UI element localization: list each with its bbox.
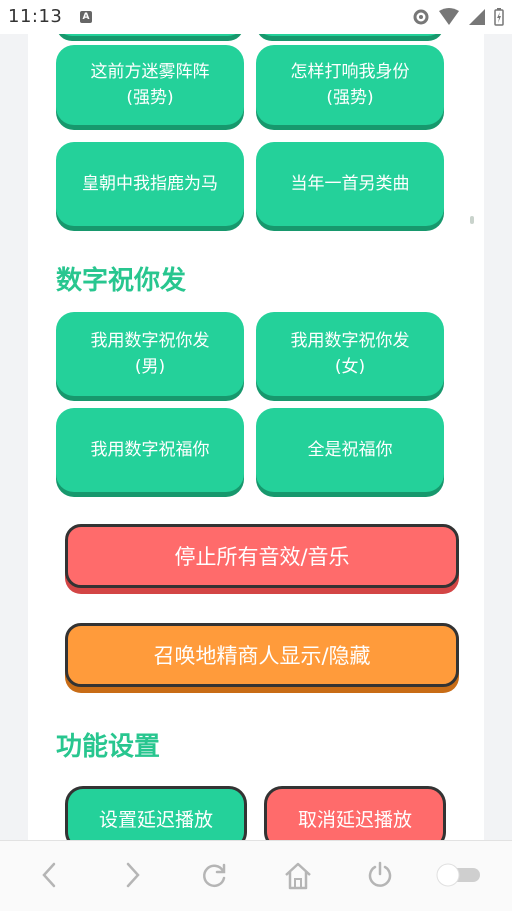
- button-label: 皇朝中我指鹿为马: [82, 174, 218, 194]
- cancel-delay-button[interactable]: 取消延迟播放: [264, 786, 446, 840]
- refresh-icon[interactable]: [200, 861, 228, 889]
- button-label: 全是祝福你: [307, 440, 393, 460]
- button-line1: 这前方迷雾阵阵: [90, 62, 210, 82]
- sound-button-digits-male[interactable]: 我用数字祝你发 (男): [56, 312, 244, 396]
- sound-button-identity[interactable]: 怎样打响我身份 (强势): [256, 45, 444, 125]
- sound-button-blessing[interactable]: 我用数字祝福你: [56, 408, 244, 492]
- power-icon[interactable]: [366, 861, 394, 889]
- back-icon[interactable]: [38, 861, 62, 889]
- main-content[interactable]: 这前方迷雾阵阵 (强势) 怎样打响我身份 (强势) 皇朝中我指鹿为马 当年一首另…: [28, 34, 484, 840]
- stop-all-button[interactable]: 停止所有音效/音乐: [65, 524, 459, 588]
- toggle-switch[interactable]: [434, 863, 482, 887]
- page-edge-right: [484, 34, 512, 840]
- battery-icon: [494, 8, 504, 26]
- button-label: 我用数字祝福你: [90, 440, 210, 460]
- signal-icon: [469, 9, 485, 25]
- button-label: 当年一首另类曲: [290, 174, 410, 194]
- cutoff-button-left[interactable]: [56, 34, 244, 36]
- section-heading-settings: 功能设置: [56, 732, 161, 762]
- cutoff-button-right[interactable]: [256, 34, 444, 36]
- status-icons: [412, 8, 504, 26]
- notification-icon: A: [80, 11, 92, 23]
- scroll-indicator: [470, 216, 474, 224]
- browser-nav-bar: [0, 840, 512, 911]
- section-heading-digits: 数字祝你发: [56, 266, 187, 296]
- status-bar: 11:13 A: [0, 0, 512, 34]
- home-icon[interactable]: [283, 861, 313, 891]
- wifi-icon: [439, 8, 459, 25]
- summon-merchant-button[interactable]: 召唤地精商人显示/隐藏: [65, 623, 459, 687]
- settings-gear-icon: [413, 9, 429, 25]
- button-line2: (强势): [126, 88, 174, 108]
- forward-icon[interactable]: [120, 861, 144, 889]
- button-line1: 我用数字祝你发: [90, 331, 210, 351]
- sound-button-all-blessing[interactable]: 全是祝福你: [256, 408, 444, 492]
- sound-button-mist[interactable]: 这前方迷雾阵阵 (强势): [56, 45, 244, 125]
- button-line2: (强势): [326, 88, 374, 108]
- set-delay-button[interactable]: 设置延迟播放: [65, 786, 247, 840]
- sound-button-digits-female[interactable]: 我用数字祝你发 (女): [256, 312, 444, 396]
- status-time: 11:13: [8, 6, 63, 27]
- button-line2: (男): [134, 357, 166, 377]
- button-line1: 我用数字祝你发: [290, 331, 410, 351]
- sound-button-deer[interactable]: 皇朝中我指鹿为马: [56, 142, 244, 226]
- button-line2: (女): [334, 357, 366, 377]
- button-line1: 怎样打响我身份: [290, 62, 410, 82]
- page-edge-left: [0, 34, 28, 840]
- sound-button-song[interactable]: 当年一首另类曲: [256, 142, 444, 226]
